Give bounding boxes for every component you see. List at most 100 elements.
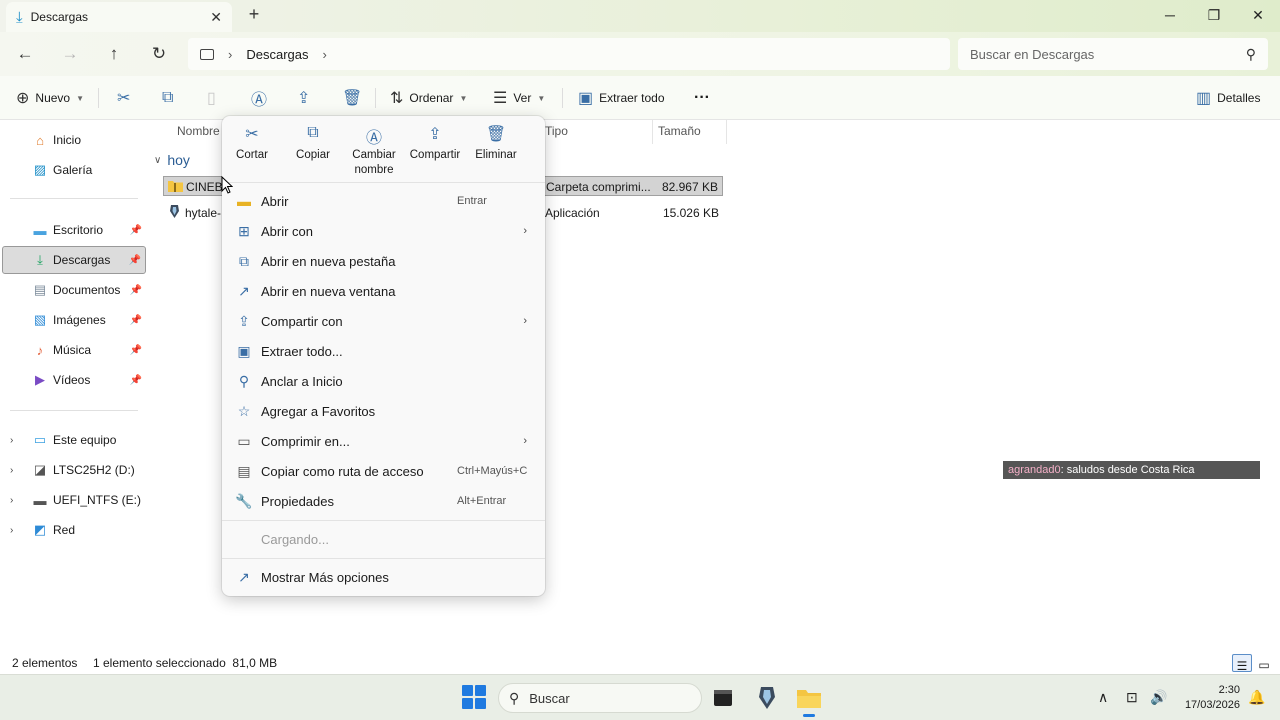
sidebar-item-descargas[interactable]: ⤓ Descargas 📌 <box>2 246 146 274</box>
sidebar-item-uefi-drive[interactable]: › ▬ UEFI_NTFS (E:) <box>2 486 146 514</box>
delete-button[interactable]: 🗑 <box>342 76 362 120</box>
menu-item-label: Mostrar Más opciones <box>261 569 389 585</box>
restore-button[interactable]: ❐ <box>1192 0 1236 30</box>
chevron-right-icon[interactable]: › <box>322 47 326 62</box>
menu-item-abrir-con[interactable]: ⊞ Abrir con › <box>226 216 541 246</box>
chevron-right-icon[interactable]: › <box>10 465 13 476</box>
new-window-icon: ↗ <box>238 282 250 299</box>
pin-icon[interactable]: 📌 <box>130 315 142 326</box>
share-button[interactable]: ⇪ <box>297 76 310 120</box>
terminal-icon <box>714 690 732 706</box>
menu-item-anclar-inicio[interactable]: ⚲ Anclar a Inicio <box>226 366 541 396</box>
properties-icon: 🔧 <box>235 492 253 509</box>
delete-button[interactable]: 🗑 Eliminar <box>466 124 526 184</box>
more-button[interactable]: ··· <box>694 76 710 120</box>
sidebar-item-documentos[interactable]: ▤ Documentos 📌 <box>2 276 146 304</box>
start-button[interactable] <box>462 685 486 709</box>
clock[interactable]: 2:30 17/03/2026 <box>1176 683 1240 713</box>
taskbar-app-hytale[interactable] <box>752 683 782 713</box>
menu-item-compartir-con[interactable]: ⇪ Compartir con › <box>226 306 541 336</box>
tiles-view-button[interactable]: ▭ <box>1254 654 1274 672</box>
column-header-name[interactable]: Nombre <box>177 124 220 138</box>
minimize-button[interactable]: ─ <box>1148 0 1192 30</box>
volume-icon[interactable]: 🔊 <box>1150 689 1167 706</box>
sidebar-item-inicio[interactable]: ⌂ Inicio <box>2 126 146 154</box>
desktop-icon: ▬ <box>33 222 47 238</box>
refresh-button[interactable]: ↻ <box>145 40 173 68</box>
taskbar-app-terminal[interactable] <box>708 683 738 713</box>
sidebar-item-galeria[interactable]: ▨ Galería <box>2 156 146 184</box>
group-header-today[interactable]: ∨ hoy <box>154 152 190 168</box>
copy-button[interactable]: ⧉ Copiar <box>283 124 343 184</box>
taskbar-app-file-explorer[interactable] <box>794 683 824 717</box>
notification-bell-icon[interactable]: 🔔 <box>1248 689 1265 706</box>
chevron-right-icon[interactable]: › <box>10 495 13 506</box>
details-button[interactable]: ▥ Detalles <box>1196 76 1260 120</box>
chevron-up-icon[interactable]: ∧ <box>1098 689 1108 706</box>
cut-button[interactable]: ✂ Cortar <box>222 124 282 184</box>
rename-button[interactable]: Ⓐ Cambiar nombre <box>344 124 404 184</box>
menu-item-favoritos[interactable]: ☆ Agregar a Favoritos <box>226 396 541 426</box>
sidebar-item-videos[interactable]: ▶ Vídeos 📌 <box>2 366 146 394</box>
details-view-button[interactable]: ☰ <box>1232 654 1252 673</box>
share-button[interactable]: ⇪ Compartir <box>405 124 465 184</box>
plus-circle-icon: ⊕ <box>16 90 30 107</box>
column-divider[interactable] <box>652 120 653 144</box>
menu-item-comprimir[interactable]: ▭ Comprimir en... › <box>226 426 541 456</box>
view-button[interactable]: ☰ Ver ▼ <box>493 76 545 120</box>
forward-button[interactable]: → <box>56 40 84 68</box>
cut-button[interactable]: ✂ <box>117 76 130 120</box>
delete-label: Eliminar <box>475 149 517 161</box>
menu-item-copiar-ruta[interactable]: ▤ Copiar como ruta de acceso Ctrl+Mayús+… <box>226 456 541 486</box>
menu-item-nueva-ventana[interactable]: ↗ Abrir en nueva ventana <box>226 276 541 306</box>
column-divider[interactable] <box>726 120 727 144</box>
sidebar-item-ltsc-drive[interactable]: › ◪ LTSC25H2 (D:) <box>2 456 146 484</box>
menu-item-abrir[interactable]: ▬ Abrir Entrar <box>226 186 541 216</box>
clock-date: 17/03/2026 <box>1184 699 1240 711</box>
column-header-type[interactable]: Tipo <box>545 124 568 138</box>
pin-icon[interactable]: 📌 <box>130 225 142 236</box>
sidebar-item-red[interactable]: › ◩ Red <box>2 516 146 544</box>
pin-icon[interactable]: 📌 <box>130 285 142 296</box>
breadcrumb-descargas[interactable]: Descargas <box>246 47 308 62</box>
network-icon[interactable]: ⊡ <box>1126 689 1138 706</box>
chevron-right-icon[interactable]: › <box>10 435 13 446</box>
pin-icon[interactable]: 📌 <box>130 375 142 386</box>
menu-item-label: Compartir con <box>261 313 343 329</box>
chevron-right-icon[interactable]: › <box>228 47 232 62</box>
copy-button[interactable]: ⧉ <box>162 76 173 120</box>
chevron-right-icon[interactable]: › <box>10 525 13 536</box>
shortcut-label: Entrar <box>457 195 487 207</box>
up-button[interactable]: ↑ <box>100 40 128 68</box>
sort-button[interactable]: ⇅ Ordenar ▼ <box>390 76 467 120</box>
menu-item-extraer-todo[interactable]: ▣ Extraer todo... <box>226 336 541 366</box>
taskbar-search[interactable]: ⚲ Buscar <box>498 683 702 713</box>
chat-overlay: agrandad0 : saludos desde Costa Rica <box>1003 461 1260 479</box>
close-tab-icon[interactable]: ✕ <box>210 9 222 26</box>
menu-item-mas-opciones[interactable]: ↗ Mostrar Más opciones <box>226 562 541 592</box>
close-window-button[interactable]: ✕ <box>1236 0 1280 30</box>
new-tab-button[interactable]: + <box>244 4 264 25</box>
chevron-right-icon: › <box>523 225 527 237</box>
pin-icon[interactable]: 📌 <box>130 345 142 356</box>
pin-icon[interactable]: 📌 <box>129 255 141 266</box>
menu-item-nueva-pestana[interactable]: ⧉ Abrir en nueva pestaña <box>226 246 541 276</box>
sidebar-item-imagenes[interactable]: ▧ Imágenes 📌 <box>2 306 146 334</box>
extract-all-button[interactable]: ▣ Extraer todo <box>578 76 665 120</box>
new-button[interactable]: ⊕ Nuevo ▼ <box>16 76 84 120</box>
menu-item-cargando: Cargando... <box>226 524 541 554</box>
paste-button[interactable]: ▯ <box>207 76 216 120</box>
rename-button[interactable]: Ⓐ <box>251 76 267 120</box>
new-label: Nuevo <box>35 91 71 105</box>
divider <box>562 88 563 108</box>
breadcrumb[interactable]: › Descargas › <box>188 38 950 70</box>
search-input[interactable]: Buscar en Descargas ⚲ <box>958 38 1268 70</box>
sidebar-item-musica[interactable]: ♪ Música 📌 <box>2 336 146 364</box>
tab-descargas[interactable]: ⤓ Descargas ✕ <box>6 2 232 32</box>
column-header-size[interactable]: Tamaño <box>658 124 701 138</box>
sidebar-item-escritorio[interactable]: ▬ Escritorio 📌 <box>2 216 146 244</box>
sidebar-item-este-equipo[interactable]: › ▭ Este equipo <box>2 426 146 454</box>
back-button[interactable]: ← <box>11 40 39 68</box>
divider <box>10 410 138 411</box>
menu-item-propiedades[interactable]: 🔧 Propiedades Alt+Entrar <box>226 486 541 516</box>
